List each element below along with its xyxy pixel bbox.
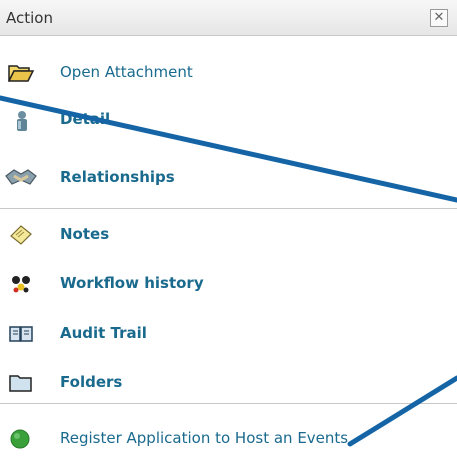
action-item-audit-trail[interactable]: Audit Trail xyxy=(0,313,457,353)
panel-header: Action ✕ xyxy=(0,0,457,36)
action-label: Detail xyxy=(60,110,111,128)
action-label: Relationships xyxy=(60,168,175,186)
workflow-icon xyxy=(8,273,34,295)
panel-title: Action xyxy=(6,9,53,27)
detail-icon xyxy=(8,109,34,131)
action-label: Audit Trail xyxy=(60,324,147,342)
relationships-icon xyxy=(5,167,37,189)
folder-icon xyxy=(8,372,34,394)
section-divider xyxy=(0,403,457,404)
action-item-workflow-history[interactable]: Workflow history xyxy=(0,263,457,303)
folder-open-icon xyxy=(7,62,35,84)
close-button[interactable]: ✕ xyxy=(430,9,448,27)
action-item-open-attachment[interactable]: Open Attachment xyxy=(0,52,457,92)
book-icon xyxy=(8,323,34,345)
action-item-detail[interactable]: Detail xyxy=(0,99,457,139)
action-label: Register Application to Host an Events xyxy=(60,429,349,447)
action-label: Folders xyxy=(60,373,123,391)
note-icon xyxy=(8,224,34,246)
action-label: Workflow history xyxy=(60,274,204,292)
action-item-relationships[interactable]: Relationships xyxy=(0,157,457,197)
action-item-register-application[interactable]: Register Application to Host an Events xyxy=(0,418,457,458)
close-icon: ✕ xyxy=(433,10,445,25)
green-circle-icon xyxy=(8,428,34,450)
action-label: Notes xyxy=(60,225,110,243)
action-label: Open Attachment xyxy=(60,63,193,81)
action-item-folders[interactable]: Folders xyxy=(0,362,457,402)
action-item-notes[interactable]: Notes xyxy=(0,214,457,254)
section-divider xyxy=(0,208,457,209)
